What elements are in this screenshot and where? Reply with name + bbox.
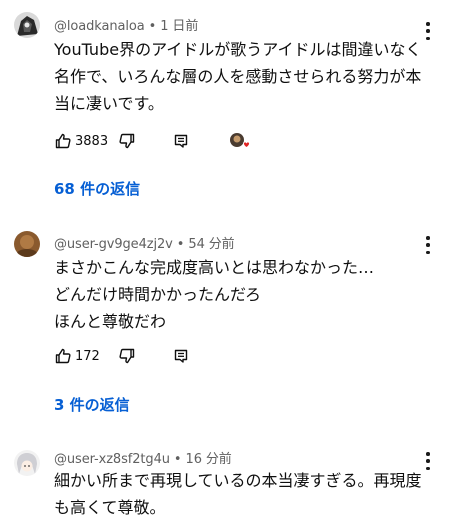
avatar-brown-icon [14, 231, 40, 257]
view-replies-link[interactable]: 68 件の返信 [54, 178, 140, 199]
comment-meta: @loadkanaloa • 1 日前 [54, 15, 198, 34]
comment-time: • 54 分前 [172, 237, 235, 252]
like-button[interactable] [54, 132, 72, 150]
more-options-button[interactable] [424, 452, 432, 470]
avatar-anime-silver-icon [14, 450, 40, 476]
comment-author[interactable]: @loadkanaloa [54, 19, 145, 34]
view-replies-link[interactable]: 3 件の返信 [54, 394, 130, 415]
commenter-avatar[interactable] [14, 231, 40, 257]
more-options-button[interactable] [424, 22, 432, 40]
comment-meta: @user-gv9ge4zj2v • 54 分前 [54, 233, 235, 252]
thumbs-up-icon [55, 348, 71, 364]
reply-button[interactable] [172, 132, 190, 150]
comment-text: YouTube界のアイドルが歌うアイドルは間違いなく 名作で、いろんな層の人を感… [54, 36, 424, 117]
comment-text-line: どんだけ時間かかったんだろ [54, 285, 262, 304]
like-count: 3883 [75, 133, 109, 149]
comment-actions: 3883 [54, 131, 252, 151]
comment-text: 細かい所まで再現しているの本当凄すぎる。再現度 も高くて尊敬。 [54, 467, 424, 521]
avatar-dark-figure-icon [14, 12, 40, 38]
comment-text-line: 名作で、いろんな層の人を感動させられる努力が本 [54, 67, 422, 86]
comment-time: • 1 日前 [144, 19, 199, 34]
comment-text: まさかこんな完成度高いとは思わなかった… どんだけ時間かかったんだろ ほんと尊敬… [54, 254, 424, 335]
thumbs-up-icon [55, 133, 71, 149]
reply-button[interactable] [172, 347, 190, 365]
dislike-button[interactable] [118, 347, 136, 365]
comment-actions: 172 [54, 346, 190, 366]
comment-time: • 16 分前 [169, 452, 232, 467]
like-count: 172 [75, 348, 100, 364]
comment-text-line: ほんと尊敬だわ [54, 312, 167, 331]
comment-text-line: 細かい所まで再現しているの本当凄すぎる。再現度 [54, 471, 422, 490]
like-button[interactable] [54, 347, 72, 365]
comment-author[interactable]: @user-gv9ge4zj2v [54, 237, 173, 252]
comment-text-line: 当に凄いです。 [54, 94, 164, 113]
comment-reply-icon [174, 349, 188, 363]
creator-heart-icon [230, 133, 250, 148]
comment-text-line: も高くて尊敬。 [54, 498, 166, 517]
dislike-button[interactable] [118, 132, 136, 150]
thumbs-down-icon [119, 133, 135, 149]
comment-meta: @user-xz8sf2tg4u • 16 分前 [54, 448, 232, 467]
thumbs-down-icon [119, 348, 135, 364]
comment-text-line: まさかこんな完成度高いとは思わなかった… [54, 258, 375, 277]
comment-text-line: YouTube界のアイドルが歌うアイドルは間違いなく [54, 40, 422, 59]
creator-heart-badge [228, 131, 252, 151]
commenter-avatar[interactable] [14, 12, 40, 38]
comment-reply-icon [174, 134, 188, 148]
commenter-avatar[interactable] [14, 450, 40, 476]
more-options-button[interactable] [424, 236, 432, 254]
comment-author[interactable]: @user-xz8sf2tg4u [54, 452, 170, 467]
